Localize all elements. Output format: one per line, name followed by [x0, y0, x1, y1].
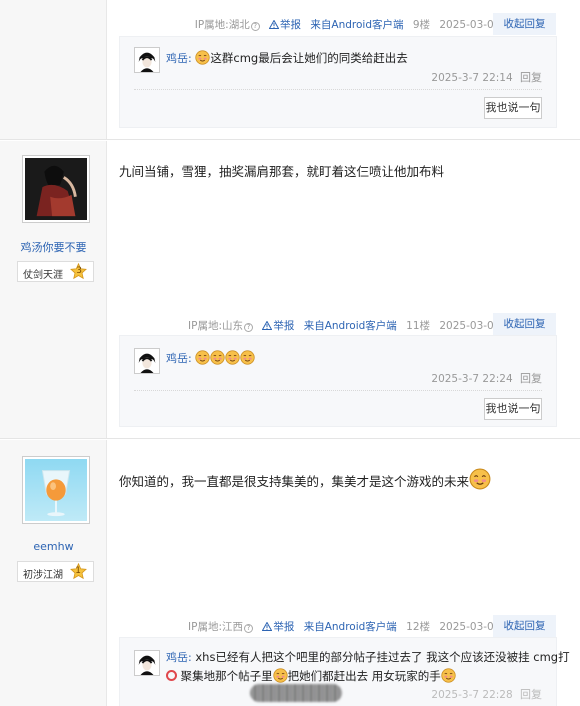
- ring-emoji-icon: [166, 670, 177, 681]
- report-link[interactable]: 举报: [262, 621, 294, 633]
- add-comment-button[interactable]: 我也说一句: [484, 398, 542, 420]
- reply-line: 鸡岳: 这群cmg最后会让她们的同类给赶出去: [166, 50, 408, 66]
- reply-time: 2025-3-7 22:14: [431, 72, 513, 84]
- reply-meta: 2025-3-7 22:28 回复: [431, 686, 542, 702]
- level-number: 3: [76, 266, 82, 276]
- reply-line-2: 聚集地那个帖子里 把她们都赶出去 用女玩家的手: [166, 668, 456, 684]
- warning-icon: [262, 622, 272, 631]
- add-comment-button[interactable]: 我也说一句: [484, 97, 542, 119]
- post-meta: IP属地:湖北? 举报 来自Android客户端 9楼 2025-03-07 2…: [189, 17, 534, 32]
- post-floor-12: eemhw 初涉江湖 1 你知道的，我一直都是很支持集美的，集美才是这个游戏的未…: [0, 440, 580, 706]
- post-text: 你知道的，我一直都是很支持集美的，集美才是这个游戏的未来: [119, 474, 470, 489]
- user-level-badge[interactable]: 仗剑天涯 3: [17, 261, 94, 282]
- level-number: 1: [75, 566, 81, 576]
- collapse-replies-button[interactable]: 收起回复: [493, 13, 556, 35]
- ip-location: IP属地:江西: [188, 621, 244, 633]
- reply-box: 鸡岳: 2025-3-7 22:24 回复 我也说一句: [119, 335, 557, 427]
- divider: [134, 89, 542, 90]
- post-content: 你知道的，我一直都是很支持集美的，集美才是这个游戏的未来: [119, 468, 491, 490]
- replier-name[interactable]: 鸡岳:: [166, 352, 192, 365]
- client-source-link[interactable]: 来自Android客户端: [304, 621, 397, 633]
- reply-link[interactable]: 回复: [520, 688, 542, 701]
- ip-location: IP属地:湖北: [194, 19, 250, 31]
- smile-emoji-icon: [195, 350, 210, 365]
- reply-meta: 2025-3-7 22:24 回复: [431, 370, 542, 386]
- user-avatar-image: [25, 158, 87, 220]
- user-sidebar: [0, 0, 107, 139]
- smile-emoji-icon: [273, 668, 288, 683]
- reply-link[interactable]: 回复: [520, 372, 542, 385]
- smile-emoji-icon: [469, 468, 491, 490]
- username[interactable]: 鸡汤你要不要: [0, 239, 107, 255]
- user-level-badge[interactable]: 初涉江湖 1: [17, 561, 94, 582]
- replier-avatar[interactable]: [134, 650, 160, 676]
- reply-link[interactable]: 回复: [520, 71, 542, 84]
- floor-number: 11楼: [406, 320, 431, 332]
- client-source-link[interactable]: 来自Android客户端: [304, 320, 397, 332]
- post-floor-11: 鸡汤你要不要 仗剑天涯 3 九间当铺，雪狸，抽奖漏肩那套，就盯着这仨喷让他加布料…: [0, 141, 580, 439]
- client-source-link[interactable]: 来自Android客户端: [310, 19, 403, 31]
- reply-text: xhs已经有人把这个吧里的部分帖子挂过去了 我这个应该还没被挂 cmg打: [195, 650, 570, 664]
- floor-number: 12楼: [406, 621, 431, 633]
- collapse-replies-button[interactable]: 收起回复: [493, 615, 556, 637]
- floor-number: 9楼: [412, 19, 431, 31]
- warning-icon: [262, 321, 272, 330]
- post-meta: IP属地:江西? 举报 来自Android客户端 12楼 2025-03-07 …: [182, 619, 534, 634]
- reply-line: 鸡岳: xhs已经有人把这个吧里的部分帖子挂过去了 我这个应该还没被挂 cmg打: [166, 649, 570, 665]
- help-icon[interactable]: ?: [244, 624, 254, 633]
- user-avatar-image: [25, 459, 87, 521]
- replier-avatar[interactable]: [134, 47, 160, 73]
- replier-name[interactable]: 鸡岳:: [166, 52, 192, 65]
- reply-text: 把她们都赶出去 用女玩家的手: [287, 669, 441, 683]
- replier-avatar[interactable]: [134, 348, 160, 374]
- reply-box: 鸡岳: 这群cmg最后会让她们的同类给赶出去 2025-3-7 22:14 回复…: [119, 36, 557, 128]
- reply-meta: 2025-3-7 22:14 回复: [431, 69, 542, 85]
- reply-time: 2025-3-7 22:24: [431, 373, 513, 385]
- collapse-replies-button[interactable]: 收起回复: [493, 313, 556, 335]
- user-avatar[interactable]: [22, 155, 90, 223]
- watermark-blur: [250, 684, 342, 702]
- report-link[interactable]: 举报: [262, 320, 294, 332]
- username[interactable]: eemhw: [0, 540, 107, 553]
- reply-text: 这群cmg最后会让她们的同类给赶出去: [210, 51, 408, 65]
- level-title: 仗剑天涯: [23, 270, 63, 281]
- smile-emoji-icon: [225, 350, 240, 365]
- report-link[interactable]: 举报: [269, 19, 301, 31]
- user-avatar[interactable]: [22, 456, 90, 524]
- warning-icon: [269, 20, 279, 29]
- reply-line: 鸡岳:: [166, 350, 255, 366]
- level-title: 初涉江湖: [23, 570, 63, 581]
- smile-emoji-icon: [441, 668, 456, 683]
- replier-name[interactable]: 鸡岳:: [166, 651, 192, 664]
- smile-emoji-icon: [195, 50, 210, 65]
- smile-emoji-icon: [210, 350, 225, 365]
- help-icon[interactable]: ?: [250, 22, 260, 31]
- post-content: 九间当铺，雪狸，抽奖漏肩那套，就盯着这仨喷让他加布料: [119, 164, 445, 179]
- smile-emoji-icon: [240, 350, 255, 365]
- post-meta: IP属地:山东? 举报 来自Android客户端 11楼 2025-03-07 …: [182, 318, 534, 333]
- divider: [134, 390, 542, 391]
- ip-location: IP属地:山东: [188, 320, 244, 332]
- reply-time: 2025-3-7 22:28: [431, 689, 513, 701]
- reply-text: 聚集地那个帖子里: [180, 669, 273, 683]
- post-floor-9: IP属地:湖北? 举报 来自Android客户端 9楼 2025-03-07 2…: [0, 0, 580, 140]
- help-icon[interactable]: ?: [244, 323, 254, 332]
